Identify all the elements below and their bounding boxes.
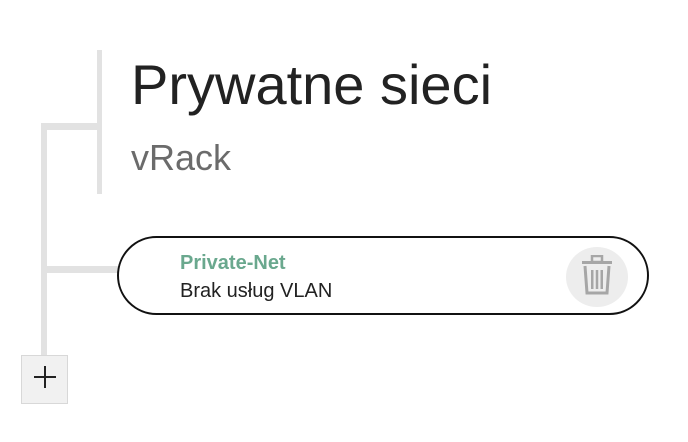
tree-line-branch-title <box>41 123 99 130</box>
delete-network-button[interactable] <box>566 247 628 307</box>
page-subtitle: vRack <box>131 137 232 178</box>
network-status: Brak usług VLAN <box>180 280 333 302</box>
network-card-private-net[interactable]: Private-Net Brak usług VLAN <box>117 236 649 315</box>
network-name[interactable]: Private-Net <box>180 251 286 275</box>
page-title: Prywatne sieci <box>131 53 493 116</box>
title-accent-bar <box>97 50 102 194</box>
plus-icon <box>33 365 57 394</box>
trash-icon <box>581 254 613 300</box>
tree-line-branch-network <box>41 266 119 273</box>
add-network-button[interactable] <box>21 355 68 404</box>
tree-line-vertical <box>41 123 47 359</box>
